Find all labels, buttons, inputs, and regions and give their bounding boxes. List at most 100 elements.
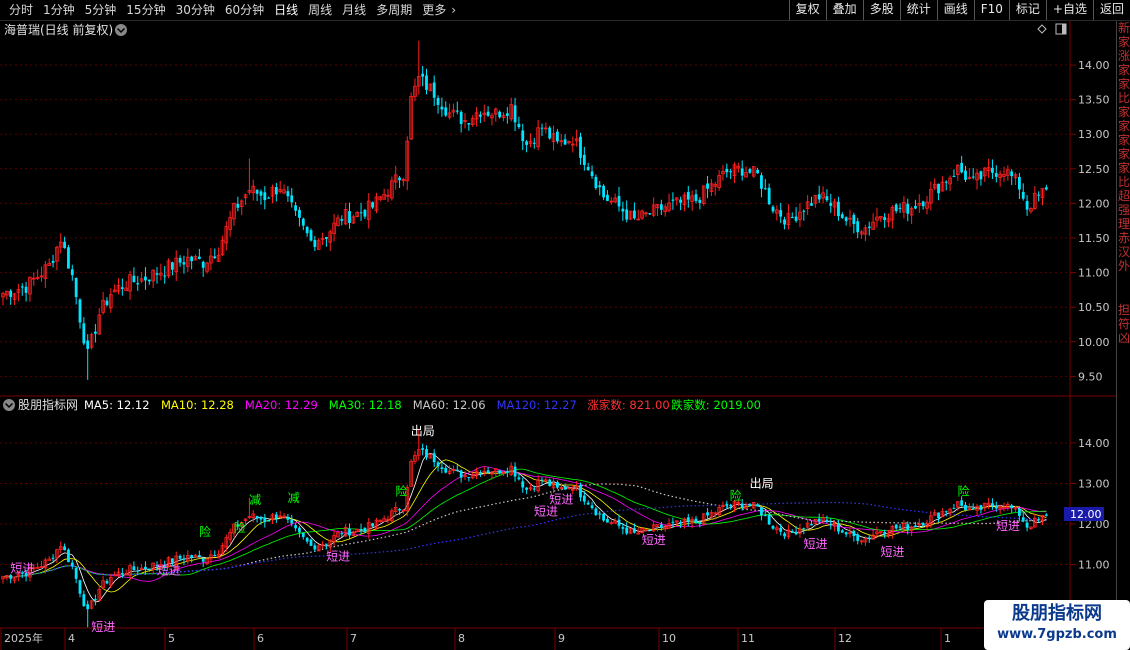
title-dropdown-icon[interactable] <box>115 24 127 36</box>
tool-button-4[interactable]: 画线 <box>936 0 974 20</box>
tab-9[interactable]: 多周期 <box>371 2 417 18</box>
indicator-axis-label: 11.00 <box>1078 559 1110 572</box>
indicator-candle-body <box>359 529 363 531</box>
right-side-strip: 新家涨家家比家家家家家比超强理赤汉外担符凶 <box>1116 21 1130 650</box>
indicator-candle-body <box>455 469 459 471</box>
tab-5[interactable]: 60分钟 <box>220 2 269 18</box>
main-candle-body <box>1037 194 1041 196</box>
indicator-candle-body <box>505 471 509 473</box>
tool-button-6[interactable]: 标记 <box>1008 0 1046 20</box>
indicator-candle-body <box>120 573 124 575</box>
main-candle-body <box>178 257 182 263</box>
indicator-candle-body <box>63 546 66 551</box>
indicator-candle-body <box>760 507 763 516</box>
main-candle-body <box>633 210 636 219</box>
main-candles <box>1 40 1048 380</box>
main-candle-body <box>563 139 567 145</box>
tab-7[interactable]: 周线 <box>303 2 337 18</box>
main-candle-body <box>698 199 702 203</box>
main-axis-label: 10.50 <box>1078 301 1110 314</box>
strip-char: 凶 <box>1117 331 1130 345</box>
indicator-candle-body <box>171 558 174 563</box>
tool-button-1[interactable]: 叠加 <box>825 0 863 20</box>
indicator-candle-body <box>756 504 759 507</box>
indicator-candle-body <box>371 523 374 527</box>
strip-char: 涨 <box>1117 49 1130 63</box>
indicator-candle-body <box>914 525 917 527</box>
tool-button-8[interactable]: 返回 <box>1092 0 1130 20</box>
main-candle-body <box>86 340 90 349</box>
main-price-axis: 14.00 13.50 13.00 12.50 12.00 11.50 11.00 10.50… <box>1070 59 1110 383</box>
indicator-candle-body <box>105 580 109 584</box>
tool-button-2[interactable]: 多股 <box>862 0 900 20</box>
main-candle-body <box>359 212 363 214</box>
main-candle-body <box>132 275 136 283</box>
indicator-candle-body <box>783 533 786 537</box>
main-candle-body <box>348 211 351 224</box>
chevron-right-icon[interactable]: › <box>451 2 461 18</box>
tab-6[interactable]: 日线 <box>269 2 303 18</box>
indicator-candle-body <box>440 467 444 470</box>
signal-label: 险 <box>199 524 211 539</box>
signal-label: 出局 <box>750 477 774 491</box>
main-candle-body <box>274 187 278 195</box>
main-axis-label: 11.50 <box>1078 232 1110 245</box>
indicator-dropdown-icon[interactable] <box>3 399 15 411</box>
main-candle-body <box>421 73 425 77</box>
tab-8[interactable]: 月线 <box>337 2 371 18</box>
main-candle-body <box>921 201 925 207</box>
indicator-candle-body <box>340 533 344 535</box>
strip-char: 超 <box>1117 189 1130 203</box>
kline-chart[interactable]: 海普瑞(日线 前复权) 14.00 13.50 13.00 12.50 12.00 11.… <box>0 21 1116 650</box>
tab-3[interactable]: 15分钟 <box>121 2 170 18</box>
indicator-candle-body <box>147 568 151 570</box>
indicator-candle-body <box>436 462 440 467</box>
main-candle-body <box>729 171 733 173</box>
indicator-candle-body <box>444 467 448 473</box>
main-candle-body <box>70 269 74 276</box>
tab-0[interactable]: 分时 <box>4 2 38 18</box>
main-candle-body <box>479 114 482 117</box>
indicator-candle-body <box>532 488 536 490</box>
main-candle-body <box>829 202 833 206</box>
signal-label: 减 <box>249 493 261 507</box>
tab-4[interactable]: 30分钟 <box>171 2 220 18</box>
main-candle-body <box>779 210 783 217</box>
tool-button-5[interactable]: F10 <box>973 0 1009 20</box>
indicator-candle-body <box>67 549 70 563</box>
tool-button-0[interactable]: 复权 <box>788 0 826 20</box>
time-axis: 2025年 4 5 6 7 8 9 10 11 12 1 <box>0 628 951 650</box>
indicator-candle-body <box>606 519 609 523</box>
time-label: 9 <box>558 632 565 645</box>
tool-button-3[interactable]: 统计 <box>899 0 937 20</box>
tab-1[interactable]: 1分钟 <box>38 2 80 18</box>
indicator-candle-body <box>964 504 967 511</box>
diamond-icon[interactable] <box>1037 24 1047 34</box>
main-candle-body <box>67 247 70 269</box>
indicator-candle-body <box>78 580 82 594</box>
indicator-candle-body <box>844 532 848 535</box>
indicator-candle-body <box>51 557 55 559</box>
tab-10[interactable]: 更多 <box>417 2 451 18</box>
main-candle-body <box>767 187 771 205</box>
indicator-candle-body <box>525 487 528 490</box>
main-candle-body <box>679 199 682 203</box>
main-candle-body <box>309 230 313 241</box>
tool-button-7[interactable]: +自选 <box>1045 0 1093 20</box>
indicator-candle-body <box>263 517 267 523</box>
main-candle-body <box>455 110 459 112</box>
main-candle-body <box>398 177 401 181</box>
main-candle-body <box>898 207 902 209</box>
main-candle-body <box>20 286 24 288</box>
main-candle-body <box>837 201 840 217</box>
legend-item-2: MA20: 12.29 <box>245 398 318 412</box>
main-candle-body <box>286 191 290 197</box>
tab-2[interactable]: 5分钟 <box>80 2 122 18</box>
indicator-candle-body <box>467 477 471 479</box>
window-toggle-icon[interactable] <box>1055 23 1067 35</box>
indicator-candle-body <box>1021 517 1025 522</box>
main-candle-body <box>525 141 528 145</box>
indicator-candle-body <box>82 594 86 606</box>
indicator-candle-body <box>563 486 567 490</box>
indicator-candle-body <box>259 516 263 520</box>
